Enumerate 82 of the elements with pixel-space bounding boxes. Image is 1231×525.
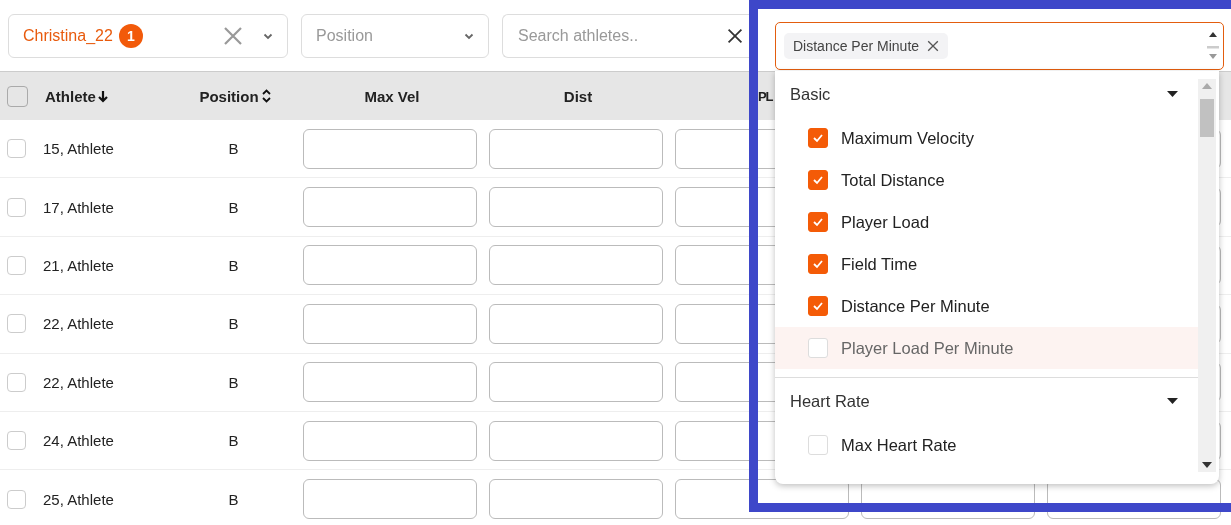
caret-icon bbox=[1167, 398, 1178, 404]
metric-option[interactable]: Max Heart Rate bbox=[775, 424, 1202, 466]
scroll-up-icon[interactable] bbox=[1202, 83, 1212, 89]
option-label: Total Distance bbox=[841, 170, 945, 190]
input-field[interactable] bbox=[489, 362, 663, 403]
input-field[interactable] bbox=[489, 420, 663, 461]
metric-option[interactable]: Field Time bbox=[775, 243, 1202, 285]
checkbox[interactable] bbox=[7, 314, 26, 334]
checkbox[interactable] bbox=[808, 254, 828, 274]
input-field[interactable] bbox=[303, 362, 477, 403]
checkbox[interactable] bbox=[808, 170, 828, 190]
option-label: Field Time bbox=[841, 254, 918, 274]
input-field[interactable] bbox=[489, 303, 663, 344]
option-label: Player Load bbox=[841, 212, 930, 232]
check-icon bbox=[812, 217, 824, 227]
search-field[interactable]: Search athletes.. bbox=[502, 14, 751, 58]
metric-option[interactable]: Distance Per Minute bbox=[775, 285, 1202, 327]
athlete-name: 22, Athlete bbox=[43, 315, 114, 333]
position-cell: B bbox=[228, 373, 239, 391]
checkbox[interactable] bbox=[808, 296, 828, 316]
caret-icon bbox=[1167, 91, 1178, 97]
athlete-name: 17, Athlete bbox=[43, 198, 114, 216]
position-cell: B bbox=[228, 315, 239, 333]
input-field[interactable] bbox=[303, 420, 477, 461]
checkbox[interactable] bbox=[7, 489, 26, 509]
input-field[interactable] bbox=[303, 479, 477, 520]
input-field[interactable] bbox=[303, 303, 477, 344]
check-icon bbox=[812, 301, 824, 311]
checkbox[interactable] bbox=[7, 255, 26, 275]
group-header[interactable]: Basic bbox=[775, 71, 1202, 117]
sort-icon bbox=[260, 89, 272, 103]
check-icon bbox=[812, 259, 824, 269]
input-field[interactable] bbox=[303, 128, 477, 169]
input-field[interactable] bbox=[303, 245, 477, 286]
column-header[interactable]: Position bbox=[173, 87, 298, 105]
position-cell: B bbox=[228, 140, 239, 158]
athlete-name: 15, Athlete bbox=[43, 140, 114, 158]
athlete-name: 22, Athlete bbox=[43, 373, 114, 391]
athlete-name: 25, Athlete bbox=[43, 490, 114, 508]
column-header[interactable]: Max Vel bbox=[364, 87, 420, 105]
checkbox[interactable] bbox=[808, 128, 828, 148]
athlete-select[interactable]: Christina_22 1 bbox=[8, 14, 288, 58]
checkbox[interactable] bbox=[808, 212, 828, 232]
position-cell: B bbox=[228, 490, 239, 508]
chevron-down-icon[interactable] bbox=[263, 32, 273, 40]
option-label: Player Load Per Minute bbox=[841, 338, 1014, 358]
position-cell: B bbox=[228, 256, 239, 274]
option-label: Maximum Velocity bbox=[841, 128, 974, 148]
metric-option[interactable]: Maximum Velocity bbox=[775, 117, 1202, 159]
checkbox[interactable] bbox=[7, 431, 26, 451]
chevron-down-icon[interactable] bbox=[464, 32, 474, 40]
arrow-down-icon bbox=[96, 89, 109, 103]
column-header[interactable]: Dist bbox=[563, 87, 593, 105]
input-field[interactable] bbox=[303, 187, 477, 228]
input-field[interactable] bbox=[489, 128, 663, 169]
checkbox[interactable] bbox=[7, 139, 26, 159]
position-cell: B bbox=[228, 198, 239, 216]
option-label: Max Heart Rate bbox=[841, 435, 957, 455]
scrollbar[interactable] bbox=[1198, 79, 1216, 472]
column-header[interactable]: Athlete bbox=[28, 87, 173, 105]
input-field[interactable] bbox=[489, 245, 663, 286]
clear-icon[interactable] bbox=[727, 28, 743, 44]
metric-option[interactable]: Player Load bbox=[775, 201, 1202, 243]
metric-select[interactable]: Distance Per Minute bbox=[775, 22, 1224, 70]
check-icon bbox=[812, 133, 824, 143]
input-field[interactable] bbox=[489, 187, 663, 228]
checkbox[interactable] bbox=[7, 197, 26, 217]
option-label: Distance Per Minute bbox=[841, 296, 990, 316]
remove-icon[interactable] bbox=[927, 40, 940, 52]
metric-option[interactable]: Total Distance bbox=[775, 159, 1202, 201]
athlete-name: 21, Athlete bbox=[43, 256, 114, 274]
column-header[interactable]: PL bbox=[758, 88, 773, 104]
input-field[interactable] bbox=[489, 479, 663, 520]
count-badge: 1 bbox=[118, 24, 143, 48]
position-cell: B bbox=[228, 432, 239, 450]
athlete-name: 24, Athlete bbox=[43, 432, 114, 450]
metric-tag[interactable]: Distance Per Minute bbox=[784, 33, 949, 59]
scroll-thumb[interactable] bbox=[1200, 99, 1214, 137]
group-header[interactable]: Heart Rate bbox=[775, 378, 1202, 424]
check-icon bbox=[812, 175, 824, 185]
checkbox[interactable] bbox=[7, 85, 28, 107]
checkbox[interactable] bbox=[7, 372, 26, 392]
